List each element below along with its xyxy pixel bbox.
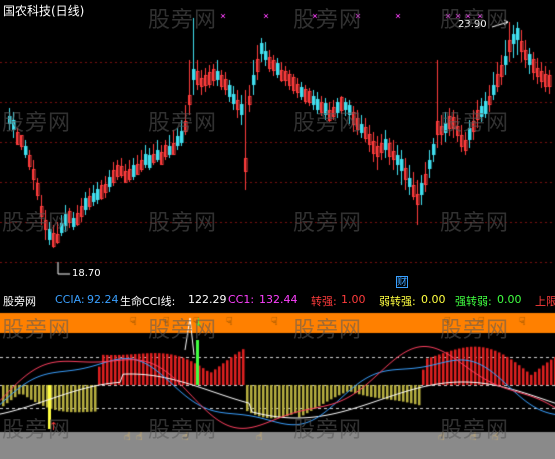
- weak-to-strong-value: 0.00: [421, 293, 446, 306]
- high-price-label: 23.90: [458, 19, 487, 30]
- weak-to-strong-label: 弱转强:: [379, 295, 416, 308]
- ccia-label: CCIA:: [55, 293, 85, 306]
- ccia-value: 92.24: [87, 293, 119, 306]
- indicator-name: 股旁网: [3, 295, 36, 308]
- upper-limit-label: 上限: [535, 295, 555, 308]
- strong-to-weak-label: 强转弱:: [455, 295, 492, 308]
- finance-marker-icon[interactable]: 财: [396, 276, 408, 288]
- stock-chart-canvas[interactable]: [0, 0, 555, 459]
- chart-title: 国农科技(日线): [3, 4, 85, 18]
- cc1-label: CC1:: [228, 293, 255, 306]
- life-cci-value: 122.29: [188, 293, 227, 306]
- low-price-label: 18.70: [72, 268, 101, 279]
- turn-strong-label: 转强:: [311, 295, 337, 308]
- life-cci-label: 生命CCI线:: [120, 295, 176, 308]
- cc1-value: 132.44: [259, 293, 298, 306]
- strong-to-weak-value: 0.00: [497, 293, 522, 306]
- turn-strong-value: 1.00: [341, 293, 366, 306]
- indicator-bar: 股旁网 CCIA: 92.24 生命CCI线: 122.29 CC1: 132.…: [0, 292, 555, 308]
